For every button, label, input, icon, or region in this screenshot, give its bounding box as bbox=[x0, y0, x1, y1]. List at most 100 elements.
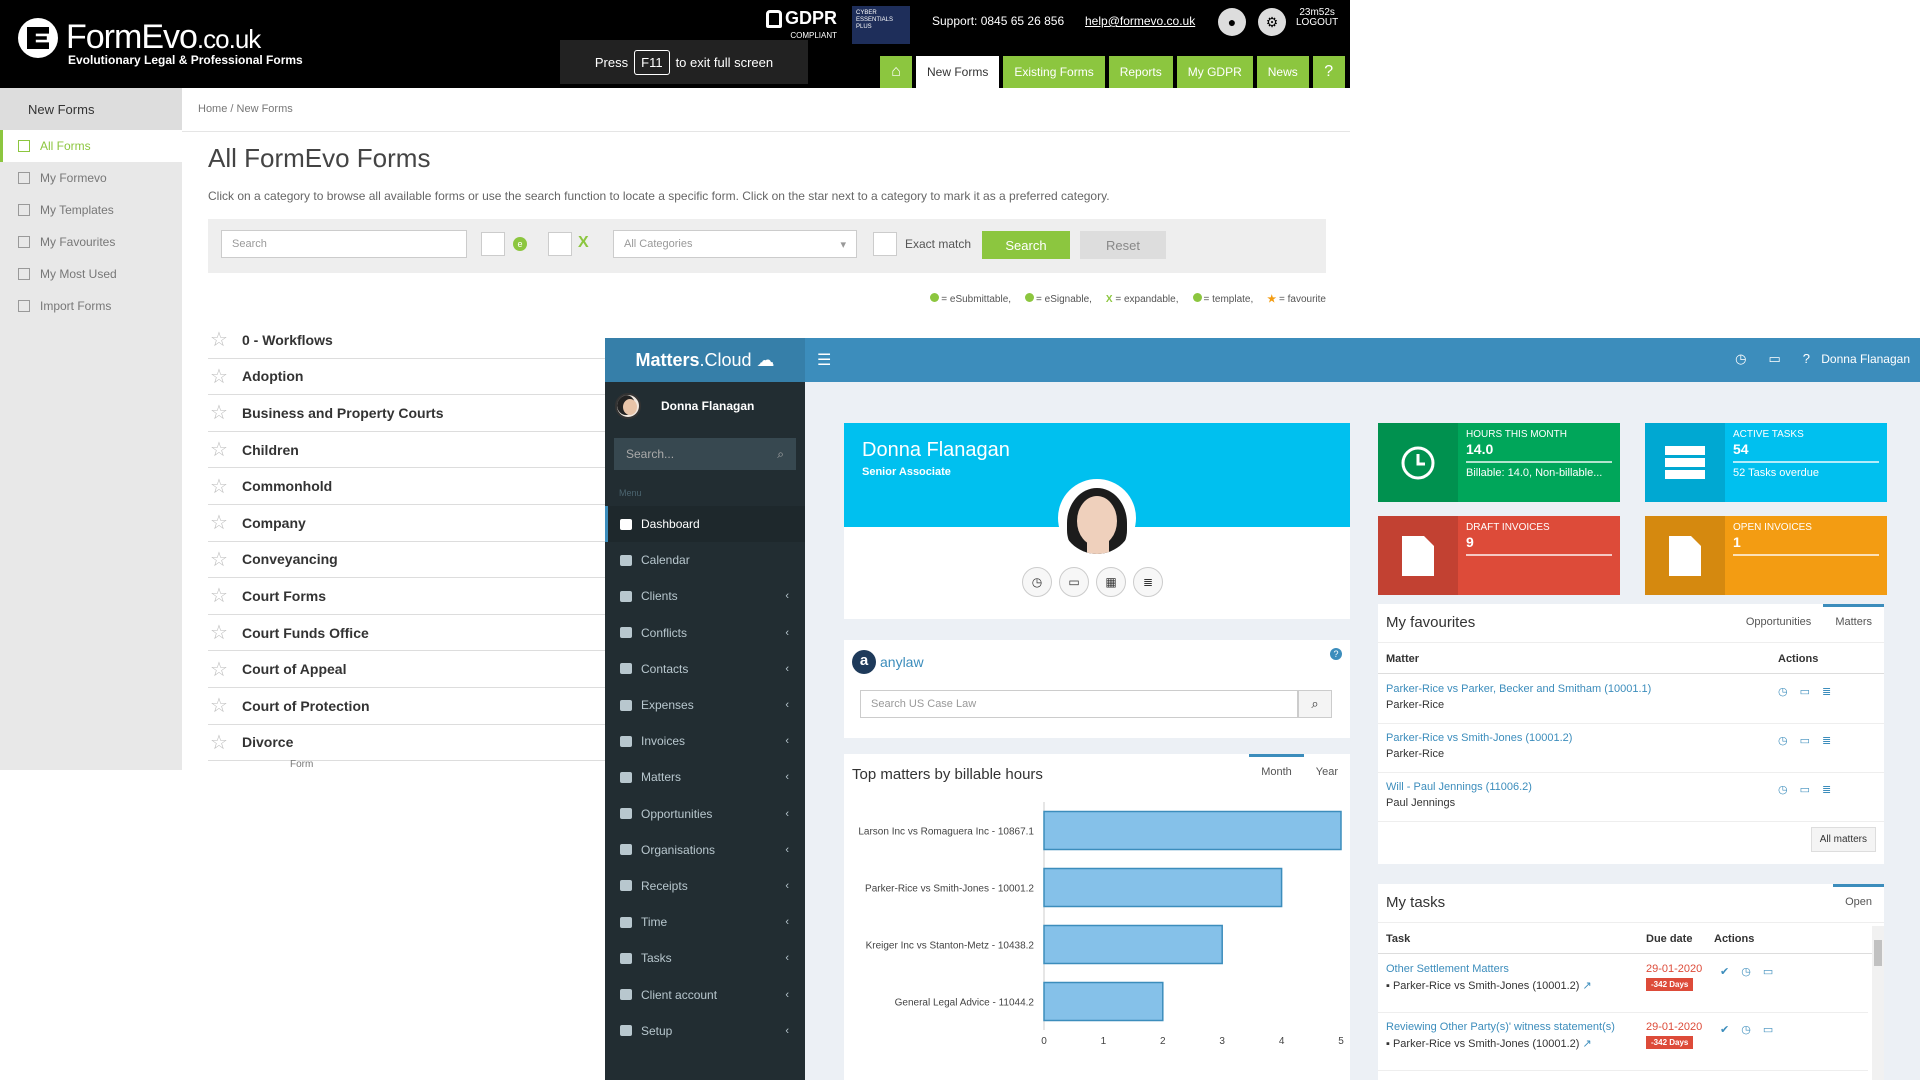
nav-reports[interactable]: Reports bbox=[1108, 56, 1173, 88]
card-icon[interactable]: ▭ bbox=[1059, 567, 1089, 597]
clock-icon[interactable]: ◷ bbox=[1778, 783, 1788, 796]
tasks-icon[interactable]: ≣ bbox=[1822, 734, 1831, 747]
card-icon[interactable]: ▭ bbox=[1800, 734, 1810, 747]
task-matter[interactable]: ▪ Parker-Rice vs Smith-Jones (10001.2) ↗ bbox=[1386, 1037, 1592, 1050]
calendar-icon[interactable]: ▦ bbox=[1096, 567, 1126, 597]
tab-month[interactable]: Month bbox=[1249, 754, 1304, 786]
star-icon[interactable]: ☆ bbox=[208, 657, 230, 682]
active-tasks-box[interactable]: ACTIVE TASKS 54 52 Tasks overdue bbox=[1645, 423, 1887, 502]
search-input[interactable]: Search bbox=[221, 230, 467, 258]
chevron-left-icon[interactable]: ‹ bbox=[785, 590, 789, 602]
search-icon[interactable]: ⌕ bbox=[777, 447, 784, 462]
sidebar-item-conflicts[interactable]: Conflicts ‹ bbox=[605, 615, 805, 651]
card-icon[interactable]: ▭ bbox=[1800, 783, 1810, 796]
nav-new-forms[interactable]: New Forms bbox=[916, 56, 1000, 88]
category-item-children[interactable]: ☆ Children bbox=[208, 432, 608, 469]
clock-icon[interactable]: ◷ bbox=[1741, 965, 1751, 978]
check-icon[interactable]: ✔ bbox=[1720, 965, 1729, 978]
clock-icon[interactable]: ◷ bbox=[1741, 1023, 1751, 1036]
star-icon[interactable]: ☆ bbox=[208, 547, 230, 572]
user-icon[interactable]: ● bbox=[1218, 8, 1246, 36]
star-icon[interactable]: ☆ bbox=[208, 437, 230, 462]
sidebar-item-my-templates[interactable]: My Templates bbox=[0, 194, 182, 226]
star-icon[interactable]: ☆ bbox=[208, 730, 230, 755]
sidebar-item-invoices[interactable]: Invoices ‹ bbox=[605, 723, 805, 759]
formevo-logo-icon[interactable] bbox=[18, 18, 58, 58]
task-matter[interactable]: ▪ Parker-Rice vs Smith-Jones (10001.2) ↗ bbox=[1386, 979, 1592, 992]
sidebar-item-organisations[interactable]: Organisations ‹ bbox=[605, 832, 805, 868]
expandable-checkbox[interactable] bbox=[548, 232, 572, 256]
clock-icon[interactable]: ◷ bbox=[1022, 567, 1052, 597]
esubmittable-checkbox[interactable] bbox=[481, 232, 505, 256]
chevron-left-icon[interactable]: ‹ bbox=[785, 1025, 789, 1037]
category-item-adoption[interactable]: ☆ Adoption bbox=[208, 359, 608, 396]
card-icon[interactable]: ▭ bbox=[1768, 351, 1780, 367]
tab-open[interactable]: Open bbox=[1833, 884, 1884, 916]
search-button[interactable]: Search bbox=[982, 231, 1070, 259]
gear-icon[interactable]: ⚙ bbox=[1258, 8, 1286, 36]
chevron-left-icon[interactable]: ‹ bbox=[785, 771, 789, 783]
card-icon[interactable]: ▭ bbox=[1763, 1023, 1773, 1036]
star-icon[interactable]: ☆ bbox=[208, 364, 230, 389]
chevron-left-icon[interactable]: ‹ bbox=[785, 844, 789, 856]
category-item-court-of-appeal[interactable]: ☆ Court of Appeal bbox=[208, 651, 608, 688]
matters-logo[interactable]: Matters .Cloud ☁ bbox=[605, 338, 805, 382]
help-email-link[interactable]: help@formevo.co.uk bbox=[1085, 14, 1195, 28]
chevron-left-icon[interactable]: ‹ bbox=[785, 735, 789, 747]
tab-matters[interactable]: Matters bbox=[1823, 604, 1884, 636]
sidebar-item-client-account[interactable]: Client account ‹ bbox=[605, 976, 805, 1012]
sidebar-item-clients[interactable]: Clients ‹ bbox=[605, 578, 805, 614]
header-user-name[interactable]: Donna Flanagan bbox=[1821, 352, 1910, 366]
sidebar-item-all-forms[interactable]: All Forms bbox=[0, 130, 182, 162]
tab-opportunities[interactable]: Opportunities bbox=[1734, 604, 1823, 636]
category-item-court-funds-office[interactable]: ☆ Court Funds Office bbox=[208, 615, 608, 652]
sidebar-item-expenses[interactable]: Expenses ‹ bbox=[605, 687, 805, 723]
formevo-brand[interactable]: FormEvo.co.uk bbox=[66, 18, 261, 57]
sidebar-item-tasks[interactable]: Tasks ‹ bbox=[605, 940, 805, 976]
matter-link[interactable]: Will - Paul Jennings (11006.2) bbox=[1386, 781, 1532, 793]
sidebar-item-contacts[interactable]: Contacts ‹ bbox=[605, 651, 805, 687]
chart-bar[interactable] bbox=[1043, 867, 1283, 908]
nav-news[interactable]: News bbox=[1256, 56, 1309, 88]
sidebar-item-my-formevo[interactable]: My Formevo bbox=[0, 162, 182, 194]
home-icon[interactable]: ⌂ bbox=[880, 56, 912, 88]
search-icon[interactable]: ⌕ bbox=[1298, 690, 1332, 718]
task-link[interactable]: Other Settlement Matters bbox=[1386, 963, 1509, 975]
star-icon[interactable]: ☆ bbox=[208, 474, 230, 499]
reset-button[interactable]: Reset bbox=[1080, 231, 1166, 259]
external-link-icon[interactable]: ↗ bbox=[1583, 980, 1592, 992]
chevron-left-icon[interactable]: ‹ bbox=[785, 952, 789, 964]
category-select[interactable]: All Categories ▾ bbox=[613, 230, 857, 258]
hamburger-icon[interactable]: ☰ bbox=[817, 350, 831, 370]
chevron-left-icon[interactable]: ‹ bbox=[785, 627, 789, 639]
chart-bar[interactable] bbox=[1043, 981, 1164, 1022]
chevron-left-icon[interactable]: ‹ bbox=[785, 880, 789, 892]
chevron-left-icon[interactable]: ‹ bbox=[785, 989, 789, 1001]
sidebar-item-time[interactable]: Time ‹ bbox=[605, 904, 805, 940]
category-item-conveyancing[interactable]: ☆ Conveyancing bbox=[208, 542, 608, 579]
star-icon[interactable]: ☆ bbox=[208, 693, 230, 718]
category-item-court-forms[interactable]: ☆ Court Forms bbox=[208, 578, 608, 615]
category-item-divorce[interactable]: ☆ Divorce bbox=[208, 725, 608, 762]
card-icon[interactable]: ▭ bbox=[1763, 965, 1773, 978]
chart-bar[interactable] bbox=[1043, 924, 1223, 965]
exact-match-checkbox[interactable] bbox=[873, 232, 897, 256]
logout-button[interactable]: 23m52s LOGOUT bbox=[1296, 8, 1338, 28]
task-link[interactable]: Reviewing Other Party(s)' witness statem… bbox=[1386, 1021, 1615, 1033]
sidebar-item-import-forms[interactable]: Import Forms bbox=[0, 290, 182, 322]
matter-link[interactable]: Parker-Rice vs Parker, Becker and Smitha… bbox=[1386, 683, 1651, 695]
category-item-commonhold[interactable]: ☆ Commonhold bbox=[208, 468, 608, 505]
tasks-icon[interactable]: ≣ bbox=[1822, 783, 1831, 796]
sidebar-item-calendar[interactable]: Calendar bbox=[605, 542, 805, 578]
sidebar-item-receipts[interactable]: Receipts ‹ bbox=[605, 868, 805, 904]
help-icon[interactable]: ? bbox=[1330, 648, 1342, 660]
chevron-left-icon[interactable]: ‹ bbox=[785, 916, 789, 928]
tab-year[interactable]: Year bbox=[1304, 754, 1350, 786]
sidebar-item-dashboard[interactable]: Dashboard bbox=[605, 506, 805, 543]
clock-icon[interactable]: ◷ bbox=[1778, 734, 1788, 747]
sidebar-item-my-favourites[interactable]: My Favourites bbox=[0, 226, 182, 258]
star-icon[interactable]: ☆ bbox=[208, 510, 230, 535]
category-item-court-of-protection[interactable]: ☆ Court of Protection bbox=[208, 688, 608, 725]
category-item-company[interactable]: ☆ Company bbox=[208, 505, 608, 542]
category-item-business-and-property-courts[interactable]: ☆ Business and Property Courts bbox=[208, 395, 608, 432]
